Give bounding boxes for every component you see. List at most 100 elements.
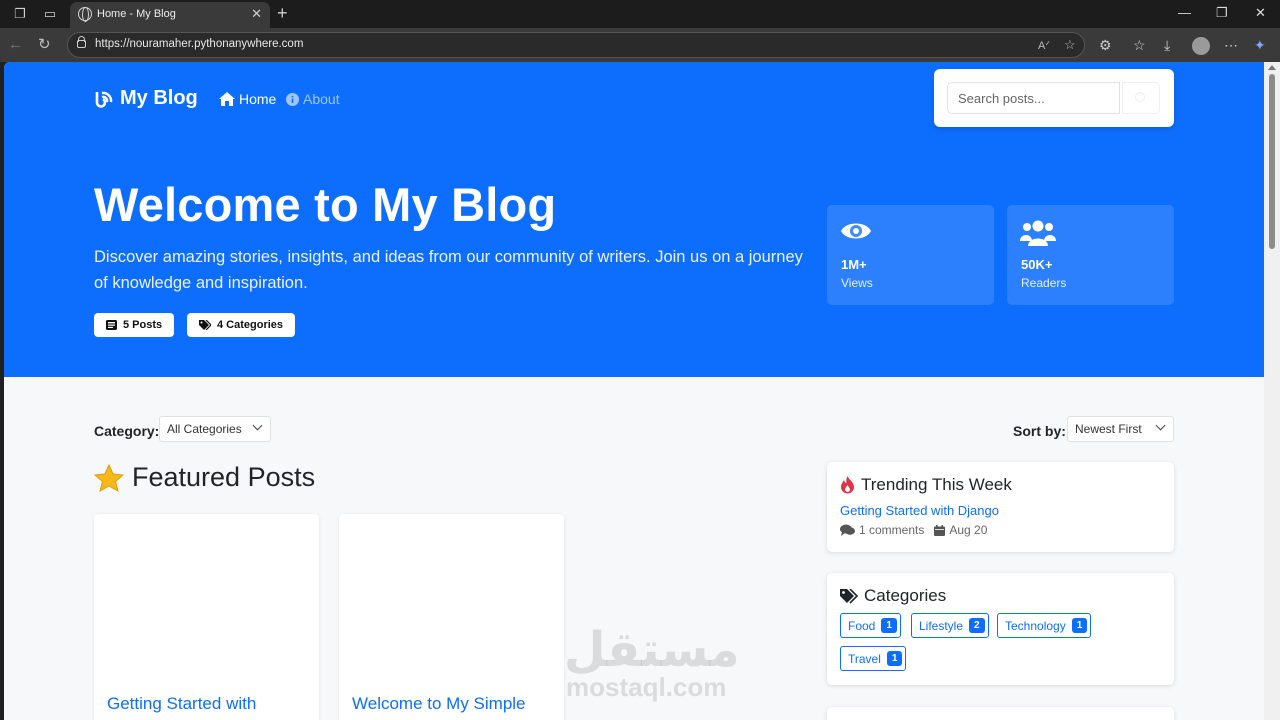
category-name: Lifestyle bbox=[919, 618, 964, 633]
search-button[interactable] bbox=[1122, 82, 1160, 114]
tags-icon bbox=[199, 320, 211, 330]
sort-label: Sort by: bbox=[1013, 423, 1066, 439]
copilot-icon[interactable]: ✦ bbox=[1254, 36, 1266, 54]
trending-meta: 1 comments Aug 20 bbox=[840, 523, 987, 537]
categories-title-label: Categories bbox=[864, 586, 947, 605]
search-card bbox=[934, 69, 1174, 127]
stat-views: 1M+ Views bbox=[827, 205, 994, 305]
category-tag-travel[interactable]: Travel 1 bbox=[840, 646, 907, 671]
sort-select[interactable]: Newest First bbox=[1067, 416, 1174, 442]
hero-section: My Blog Home About Welcome to My Blog Di… bbox=[4, 62, 1264, 377]
trending-date: Aug 20 bbox=[949, 523, 988, 537]
comments-icon bbox=[840, 524, 855, 536]
trending-card: Trending This Week Getting Started with … bbox=[827, 462, 1174, 552]
back-icon[interactable]: ← bbox=[8, 36, 23, 54]
tags-icon bbox=[840, 588, 858, 604]
chevron-down-icon bbox=[1155, 420, 1166, 431]
category-count: 2 bbox=[969, 618, 985, 633]
category-select[interactable]: All Categories bbox=[159, 416, 271, 442]
nav-about-label: About bbox=[303, 91, 340, 107]
tab-actions-icon[interactable]: ▭ bbox=[42, 6, 58, 22]
category-tag-food[interactable]: Food 1 bbox=[840, 613, 901, 638]
page-viewport: My Blog Home About Welcome to My Blog Di… bbox=[4, 62, 1264, 720]
browser-toolbar: ← ↻ https://nouramaher.pythonanywhere.co… bbox=[0, 28, 1280, 62]
browser-tab-bar: ❐ ▭ Home - My Blog ✕ + — ❐ ✕ bbox=[0, 0, 1280, 28]
category-count: 1 bbox=[886, 651, 903, 666]
sort-select-value: Newest First bbox=[1075, 422, 1142, 436]
tab-title: Home - My Blog bbox=[97, 8, 176, 20]
brand-name: My Blog bbox=[120, 87, 198, 109]
sidebar-card-partial bbox=[827, 707, 1174, 720]
stat-readers: 50K+ Readers bbox=[1007, 205, 1174, 305]
category-name: Technology bbox=[1005, 618, 1066, 633]
scroll-up-icon[interactable] bbox=[1268, 65, 1276, 70]
chevron-down-icon bbox=[252, 420, 263, 431]
nav-about[interactable]: About bbox=[286, 91, 340, 107]
maximize-button[interactable]: ❐ bbox=[1216, 5, 1228, 21]
trending-post-link[interactable]: Getting Started with Django bbox=[840, 503, 999, 518]
trending-comments: 1 comments bbox=[859, 523, 925, 537]
reload-icon[interactable]: ↻ bbox=[38, 36, 51, 54]
post-title[interactable]: Getting Started with bbox=[107, 694, 256, 714]
page-scrollbar[interactable] bbox=[1264, 62, 1280, 720]
post-card[interactable]: Getting Started with bbox=[94, 514, 319, 720]
users-icon bbox=[1020, 220, 1056, 246]
fire-icon bbox=[841, 476, 854, 494]
category-filter-label: Category: bbox=[94, 423, 160, 439]
favorite-star-icon[interactable]: ☆ bbox=[1064, 37, 1076, 53]
brand-link[interactable]: My Blog bbox=[94, 87, 198, 110]
post-title[interactable]: Welcome to My Simple bbox=[352, 694, 526, 714]
category-tag-lifestyle[interactable]: Lifestyle 2 bbox=[911, 613, 989, 638]
address-bar[interactable]: https://nouramaher.pythonanywhere.com Aᐟ… bbox=[67, 32, 1085, 58]
featured-heading-label: Featured Posts bbox=[132, 462, 316, 492]
nav-home-label: Home bbox=[239, 91, 277, 107]
home-icon bbox=[219, 92, 235, 106]
stat-readers-value: 50K+ bbox=[1021, 257, 1053, 272]
posts-count-badge: 5 Posts bbox=[94, 313, 175, 337]
lock-icon[interactable] bbox=[77, 36, 86, 48]
category-count: 1 bbox=[1071, 618, 1088, 633]
hero-description: Discover amazing stories, insights, and … bbox=[94, 248, 803, 292]
favorites-icon[interactable]: ☆ bbox=[1133, 36, 1146, 54]
browser-tab-active[interactable]: Home - My Blog ✕ bbox=[70, 2, 270, 28]
close-tab-icon[interactable]: ✕ bbox=[251, 6, 262, 22]
post-card[interactable]: Welcome to My Simple bbox=[339, 514, 564, 720]
search-input[interactable] bbox=[947, 82, 1120, 114]
watermark: مستقل mostaql.com bbox=[564, 622, 742, 702]
posts-count-label: 5 Posts bbox=[123, 319, 163, 331]
profile-avatar[interactable] bbox=[1192, 37, 1210, 55]
category-count: 1 bbox=[881, 618, 897, 633]
hero-title: Welcome to My Blog bbox=[94, 178, 557, 231]
blog-logo-icon bbox=[95, 91, 113, 108]
category-select-value: All Categories bbox=[167, 422, 242, 436]
globe-icon bbox=[78, 7, 92, 22]
category-name: Travel bbox=[848, 651, 881, 666]
watermark-latin: mostaql.com bbox=[566, 672, 727, 702]
nav-home[interactable]: Home bbox=[219, 91, 276, 107]
watermark-arabic: مستقل bbox=[564, 622, 742, 678]
categories-card: Categories Food 1 Lifestyle 2 Technology… bbox=[827, 573, 1174, 685]
extensions-icon[interactable]: ⚙ bbox=[1099, 36, 1112, 54]
trending-title: Trending This Week bbox=[840, 475, 1012, 495]
categories-count-badge: 4 Categories bbox=[187, 313, 296, 337]
stat-views-label: Views bbox=[841, 276, 873, 290]
new-tab-button[interactable]: + bbox=[277, 4, 288, 22]
categories-count-label: 4 Categories bbox=[217, 319, 284, 331]
scrollbar-thumb[interactable] bbox=[1269, 74, 1275, 249]
read-aloud-icon[interactable]: Aᐟ bbox=[1038, 39, 1050, 52]
eye-icon bbox=[841, 223, 871, 239]
category-tag-technology[interactable]: Technology 1 bbox=[997, 613, 1092, 638]
url-text[interactable]: https://nouramaher.pythonanywhere.com bbox=[95, 38, 303, 50]
minimize-button[interactable]: — bbox=[1178, 5, 1191, 20]
featured-heading: Featured Posts bbox=[94, 462, 315, 493]
stat-readers-label: Readers bbox=[1021, 276, 1067, 290]
categories-title: Categories bbox=[840, 586, 946, 606]
star-icon bbox=[94, 463, 124, 492]
more-menu-icon[interactable]: ⋯ bbox=[1224, 36, 1238, 54]
calendar-icon bbox=[934, 524, 946, 536]
stat-views-value: 1M+ bbox=[841, 257, 867, 272]
downloads-icon[interactable]: ⤓ bbox=[1164, 36, 1170, 54]
info-icon bbox=[286, 92, 299, 106]
workspaces-icon[interactable]: ❐ bbox=[12, 6, 28, 22]
close-window-button[interactable]: ✕ bbox=[1255, 5, 1266, 21]
